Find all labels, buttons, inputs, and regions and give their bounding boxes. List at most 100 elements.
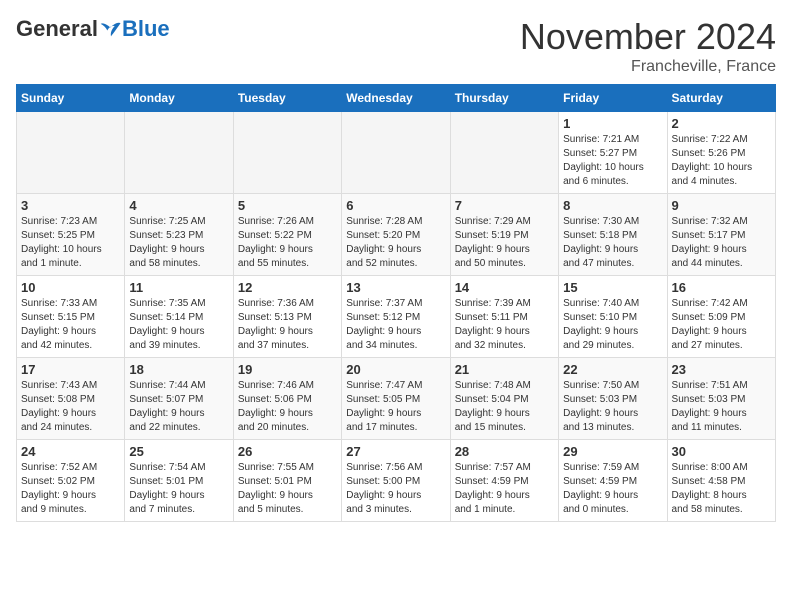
day-number: 15 [563, 280, 662, 295]
day-info: Sunrise: 7:30 AM Sunset: 5:18 PM Dayligh… [563, 215, 662, 271]
day-number: 11 [129, 280, 228, 295]
calendar-cell: 16Sunrise: 7:42 AM Sunset: 5:09 PM Dayli… [667, 276, 775, 358]
calendar-week-row: 24 Sunrise: 7:52 AM Sunset: 5:02 PM Dayli… [17, 440, 776, 522]
calendar-cell: 2 Sunrise: 7:22 AM Sunset: 5:26 PM Daylig… [667, 112, 775, 194]
calendar-cell: 20Sunrise: 7:47 AM Sunset: 5:05 PM Dayli… [342, 358, 450, 440]
day-number: 27 [346, 444, 445, 459]
day-info: Sunrise: 7:54 AM Sunset: 5:01 PM Dayligh… [129, 461, 228, 517]
calendar-cell: 11 Sunrise: 7:35 AM Sunset: 5:14 PM Dayli… [125, 276, 233, 358]
calendar-cell: 4Sunrise: 7:25 AM Sunset: 5:23 PM Daylig… [125, 194, 233, 276]
day-number: 14 [455, 280, 554, 295]
day-number: 5 [238, 198, 337, 213]
day-info: Sunrise: 7:29 AM Sunset: 5:19 PM Dayligh… [455, 215, 554, 271]
page-header: General Blue November 2024 Francheville,… [16, 16, 776, 76]
day-number: 1 [563, 116, 662, 131]
day-info: Sunrise: 7:43 AM Sunset: 5:08 PM Dayligh… [21, 379, 120, 435]
day-number: 18 [129, 362, 228, 377]
day-info: Sunrise: 7:36 AM Sunset: 5:13 PM Dayligh… [238, 297, 337, 353]
calendar-week-row: 10 Sunrise: 7:33 AM Sunset: 5:15 PM Dayli… [17, 276, 776, 358]
calendar-cell: 13Sunrise: 7:37 AM Sunset: 5:12 PM Dayli… [342, 276, 450, 358]
day-number: 30 [672, 444, 771, 459]
calendar-cell: 25 Sunrise: 7:54 AM Sunset: 5:01 PM Dayli… [125, 440, 233, 522]
day-number: 29 [563, 444, 662, 459]
calendar-cell: 7 Sunrise: 7:29 AM Sunset: 5:19 PM Daylig… [450, 194, 558, 276]
calendar-cell [233, 112, 341, 194]
day-info: Sunrise: 7:50 AM Sunset: 5:03 PM Dayligh… [563, 379, 662, 435]
month-title: November 2024 [520, 16, 776, 58]
day-info: Sunrise: 8:00 AM Sunset: 4:58 PM Dayligh… [672, 461, 771, 517]
logo-general-text: General [16, 16, 98, 42]
day-info: Sunrise: 7:48 AM Sunset: 5:04 PM Dayligh… [455, 379, 554, 435]
logo: General Blue [16, 16, 170, 42]
calendar-cell: 12 Sunrise: 7:36 AM Sunset: 5:13 PM Dayli… [233, 276, 341, 358]
location-subtitle: Francheville, France [520, 58, 776, 76]
calendar-table: SundayMondayTuesdayWednesdayThursdayFrid… [16, 84, 776, 522]
day-number: 12 [238, 280, 337, 295]
calendar-week-row: 3Sunrise: 7:23 AM Sunset: 5:25 PM Daylig… [17, 194, 776, 276]
weekday-header: Sunday [17, 85, 125, 112]
calendar-cell: 10 Sunrise: 7:33 AM Sunset: 5:15 PM Dayli… [17, 276, 125, 358]
weekday-header: Saturday [667, 85, 775, 112]
weekday-header: Friday [559, 85, 667, 112]
logo-blue-text: Blue [122, 16, 170, 42]
day-number: 8 [563, 198, 662, 213]
calendar-cell: 30 Sunrise: 8:00 AM Sunset: 4:58 PM Dayli… [667, 440, 775, 522]
calendar-week-row: 17 Sunrise: 7:43 AM Sunset: 5:08 PM Dayli… [17, 358, 776, 440]
day-info: Sunrise: 7:46 AM Sunset: 5:06 PM Dayligh… [238, 379, 337, 435]
day-number: 23 [672, 362, 771, 377]
day-info: Sunrise: 7:26 AM Sunset: 5:22 PM Dayligh… [238, 215, 337, 271]
day-info: Sunrise: 7:59 AM Sunset: 4:59 PM Dayligh… [563, 461, 662, 517]
day-info: Sunrise: 7:21 AM Sunset: 5:27 PM Dayligh… [563, 133, 662, 189]
calendar-cell: 9Sunrise: 7:32 AM Sunset: 5:17 PM Daylig… [667, 194, 775, 276]
day-info: Sunrise: 7:40 AM Sunset: 5:10 PM Dayligh… [563, 297, 662, 353]
calendar-cell [450, 112, 558, 194]
calendar-week-row: 1 Sunrise: 7:21 AM Sunset: 5:27 PM Daylig… [17, 112, 776, 194]
weekday-header: Wednesday [342, 85, 450, 112]
day-number: 3 [21, 198, 120, 213]
day-info: Sunrise: 7:52 AM Sunset: 5:02 PM Dayligh… [21, 461, 120, 517]
weekday-header: Monday [125, 85, 233, 112]
calendar-header-row: SundayMondayTuesdayWednesdayThursdayFrid… [17, 85, 776, 112]
day-number: 2 [672, 116, 771, 131]
calendar-cell: 22Sunrise: 7:50 AM Sunset: 5:03 PM Dayli… [559, 358, 667, 440]
calendar-cell: 29 Sunrise: 7:59 AM Sunset: 4:59 PM Dayli… [559, 440, 667, 522]
day-info: Sunrise: 7:33 AM Sunset: 5:15 PM Dayligh… [21, 297, 120, 353]
day-info: Sunrise: 7:39 AM Sunset: 5:11 PM Dayligh… [455, 297, 554, 353]
day-info: Sunrise: 7:37 AM Sunset: 5:12 PM Dayligh… [346, 297, 445, 353]
calendar-cell: 1 Sunrise: 7:21 AM Sunset: 5:27 PM Daylig… [559, 112, 667, 194]
day-number: 24 [21, 444, 120, 459]
day-info: Sunrise: 7:25 AM Sunset: 5:23 PM Dayligh… [129, 215, 228, 271]
day-info: Sunrise: 7:56 AM Sunset: 5:00 PM Dayligh… [346, 461, 445, 517]
day-info: Sunrise: 7:22 AM Sunset: 5:26 PM Dayligh… [672, 133, 771, 189]
day-number: 20 [346, 362, 445, 377]
day-number: 16 [672, 280, 771, 295]
calendar-cell: 23Sunrise: 7:51 AM Sunset: 5:03 PM Dayli… [667, 358, 775, 440]
day-info: Sunrise: 7:35 AM Sunset: 5:14 PM Dayligh… [129, 297, 228, 353]
day-info: Sunrise: 7:28 AM Sunset: 5:20 PM Dayligh… [346, 215, 445, 271]
day-info: Sunrise: 7:32 AM Sunset: 5:17 PM Dayligh… [672, 215, 771, 271]
calendar-cell: 18 Sunrise: 7:44 AM Sunset: 5:07 PM Dayli… [125, 358, 233, 440]
calendar-cell: 28Sunrise: 7:57 AM Sunset: 4:59 PM Dayli… [450, 440, 558, 522]
calendar-cell: 19Sunrise: 7:46 AM Sunset: 5:06 PM Dayli… [233, 358, 341, 440]
calendar-cell: 8 Sunrise: 7:30 AM Sunset: 5:18 PM Daylig… [559, 194, 667, 276]
day-number: 17 [21, 362, 120, 377]
title-block: November 2024 Francheville, France [520, 16, 776, 76]
day-info: Sunrise: 7:55 AM Sunset: 5:01 PM Dayligh… [238, 461, 337, 517]
day-number: 25 [129, 444, 228, 459]
calendar-cell: 14 Sunrise: 7:39 AM Sunset: 5:11 PM Dayli… [450, 276, 558, 358]
calendar-cell: 15 Sunrise: 7:40 AM Sunset: 5:10 PM Dayli… [559, 276, 667, 358]
calendar-cell: 24 Sunrise: 7:52 AM Sunset: 5:02 PM Dayli… [17, 440, 125, 522]
calendar-cell: 3Sunrise: 7:23 AM Sunset: 5:25 PM Daylig… [17, 194, 125, 276]
day-number: 7 [455, 198, 554, 213]
calendar-cell: 6Sunrise: 7:28 AM Sunset: 5:20 PM Daylig… [342, 194, 450, 276]
logo-bird-icon [100, 20, 122, 38]
calendar-cell: 21 Sunrise: 7:48 AM Sunset: 5:04 PM Dayli… [450, 358, 558, 440]
calendar-cell: 26 Sunrise: 7:55 AM Sunset: 5:01 PM Dayli… [233, 440, 341, 522]
weekday-header: Tuesday [233, 85, 341, 112]
day-info: Sunrise: 7:44 AM Sunset: 5:07 PM Dayligh… [129, 379, 228, 435]
day-number: 21 [455, 362, 554, 377]
calendar-cell [342, 112, 450, 194]
day-number: 10 [21, 280, 120, 295]
day-number: 28 [455, 444, 554, 459]
day-number: 26 [238, 444, 337, 459]
